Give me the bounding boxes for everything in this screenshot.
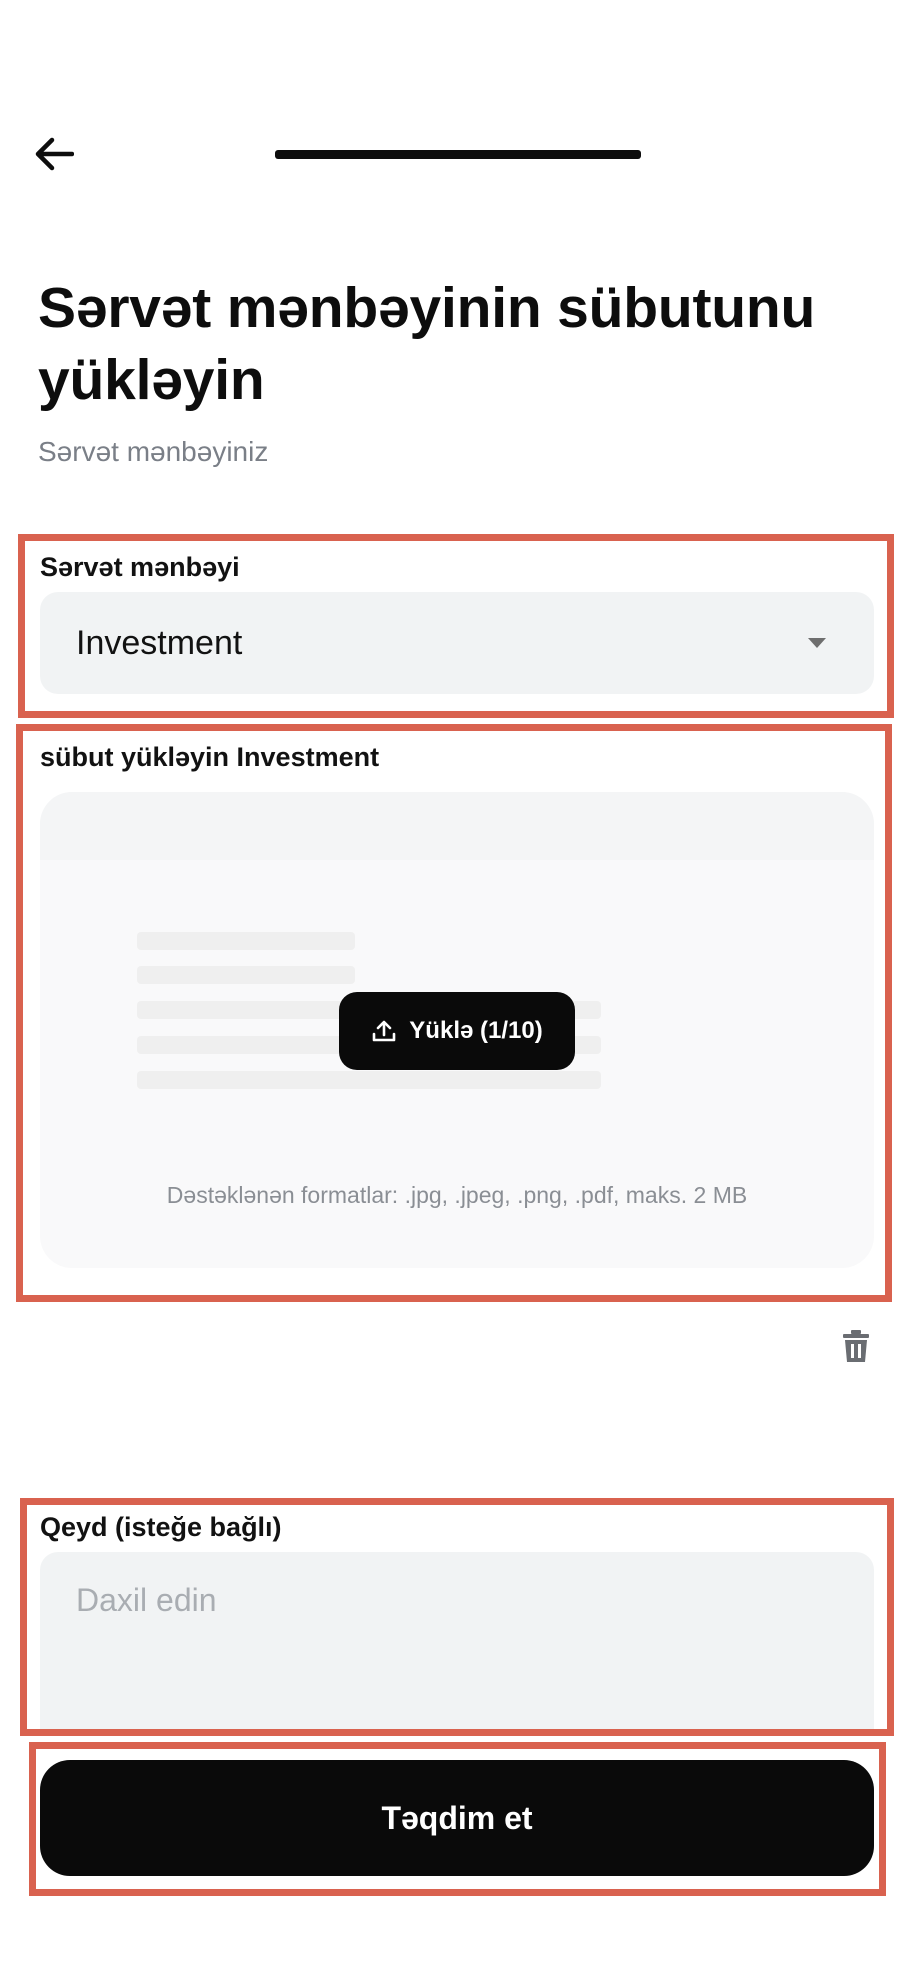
trash-icon	[843, 1330, 869, 1362]
document-placeholder-line	[137, 932, 355, 950]
note-label: Qeyd (isteğe bağlı)	[40, 1512, 282, 1542]
document-placeholder-line	[137, 1071, 601, 1089]
page-title: Sərvət mənbəyinin sübutunu yükləyin	[38, 276, 816, 412]
document-placeholder-line	[137, 966, 355, 984]
caret-down-icon	[808, 638, 826, 648]
upload-icon	[372, 1020, 396, 1042]
wealth-source-label: Sərvət mənbəyi	[40, 552, 240, 582]
upload-button[interactable]: Yüklə (1/10)	[339, 992, 575, 1070]
page-subtitle: Sərvət mənbəyiniz	[38, 436, 269, 467]
note-input[interactable]	[40, 1552, 874, 1730]
back-button[interactable]	[34, 130, 90, 178]
arrow-left-icon	[35, 137, 74, 171]
upload-button-label: Yüklə (1/10)	[409, 1017, 543, 1044]
progress-bar	[275, 150, 641, 159]
supported-formats-text: Dəstəklənən formatlar: .jpg, .jpeg, .png…	[166, 1182, 748, 1208]
upload-dropzone[interactable]: Yüklə (1/10) Dəstəklənən formatlar: .jpg…	[40, 792, 874, 1268]
wealth-source-value: Investment	[76, 623, 243, 662]
upload-proof-label: sübut yükləyin Investment	[40, 742, 380, 772]
submit-button[interactable]: Təqdim et	[40, 1760, 874, 1876]
dropzone-header-strip	[40, 792, 874, 860]
wealth-source-select[interactable]: Investment	[40, 592, 874, 694]
delete-file-button[interactable]	[836, 1326, 876, 1366]
